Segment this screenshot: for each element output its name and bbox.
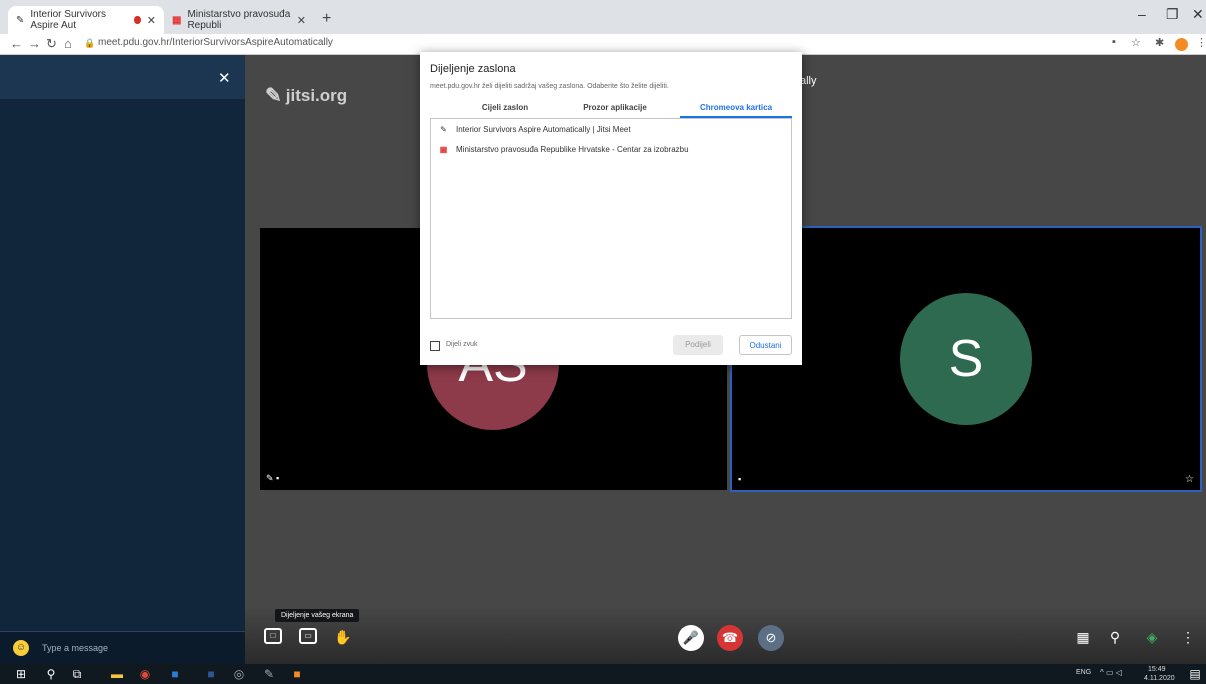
lock-icon[interactable]: 🔒 bbox=[84, 38, 95, 49]
new-tab-button[interactable]: + bbox=[322, 10, 331, 28]
windows-taskbar: ⊞ ⚲ ⧉ ▬ ◉ ■ ■ ◎ ✎ ■ ENG ^ ▭ ◁ 15:49 4.11… bbox=[0, 664, 1206, 684]
chat-input-area[interactable]: ☺ Type a message bbox=[0, 631, 245, 665]
microphone-icon[interactable]: 🎤 bbox=[678, 625, 704, 651]
share-source-tabs: Cijeli zaslon Prozor aplikacije Chromeov… bbox=[430, 100, 792, 118]
notifications-icon[interactable]: ▤ bbox=[1188, 667, 1202, 681]
tile-status-icons: ▪ bbox=[738, 474, 742, 484]
screen-share-dialog: Dijeljenje zaslona meet.pdu.gov.hr želi … bbox=[420, 52, 802, 365]
recording-indicator-icon bbox=[134, 16, 141, 24]
file-explorer-icon[interactable]: ▬ bbox=[110, 667, 124, 681]
home-icon[interactable]: ⌂ bbox=[64, 36, 72, 51]
app-orange-icon[interactable]: ■ bbox=[290, 667, 304, 681]
tab-chrome-tab[interactable]: Chromeova kartica bbox=[680, 103, 792, 112]
meeting-title-fragment: ally bbox=[800, 75, 817, 87]
invite-people-icon[interactable]: ⚲ bbox=[1105, 627, 1125, 647]
task-view-icon[interactable]: ⧉ bbox=[70, 667, 84, 681]
chat-message-input[interactable]: Type a message bbox=[42, 643, 108, 653]
more-actions-icon[interactable]: ⋮ bbox=[1178, 627, 1198, 647]
jitsi-logo-icon: ✎ bbox=[265, 85, 282, 107]
dialog-title: Dijeljenje zaslona bbox=[430, 63, 516, 75]
outlook-icon[interactable]: ■ bbox=[168, 667, 182, 681]
dominant-speaker-star-icon: ☆ bbox=[1185, 474, 1194, 485]
camera-indicator-icon[interactable]: ▪ bbox=[1112, 36, 1116, 48]
forward-arrow-icon[interactable]: → bbox=[28, 36, 41, 51]
screen-share-tooltip: Dijeljenje vašeg ekrana bbox=[275, 609, 360, 622]
minimize-button[interactable]: – bbox=[1138, 6, 1146, 22]
croatian-crest-favicon-icon: ▦ bbox=[172, 14, 182, 26]
tab-application-window[interactable]: Prozor aplikacije bbox=[565, 103, 665, 112]
camera-off-icon[interactable]: ⊘ bbox=[758, 625, 784, 651]
word-icon[interactable]: ■ bbox=[204, 667, 218, 681]
list-item[interactable]: ✎ Interior Survivors Aspire Automaticall… bbox=[439, 125, 631, 134]
profile-avatar[interactable] bbox=[1175, 38, 1188, 51]
share-button[interactable]: Podijeli bbox=[673, 335, 723, 355]
tray-lang[interactable]: ENG bbox=[1076, 669, 1091, 676]
cancel-button[interactable]: Odustani bbox=[739, 335, 792, 355]
tile-status-icons: ✎ ▪ bbox=[266, 473, 280, 483]
shareable-tabs-list: ✎ Interior Survivors Aspire Automaticall… bbox=[430, 118, 792, 319]
jitsi-favicon-icon: ✎ bbox=[440, 125, 447, 134]
extensions-puzzle-icon[interactable]: ✱ bbox=[1155, 36, 1164, 49]
list-item[interactable]: ▦ Ministarstvo pravosuđa Republike Hrvat… bbox=[439, 145, 689, 154]
browser-tab-strip: ✎ Interior Survivors Aspire Aut ✕ ▦ Mini… bbox=[0, 0, 1206, 34]
jitsi-app-icon[interactable]: ✎ bbox=[262, 667, 276, 681]
chat-toggle-icon[interactable]: □ bbox=[264, 628, 282, 644]
jitsi-favicon-icon: ✎ bbox=[16, 14, 25, 26]
browser-menu-icon[interactable]: ⋮ bbox=[1196, 36, 1206, 49]
search-icon[interactable]: ⚲ bbox=[44, 667, 58, 681]
screen-share-icon[interactable]: ▭ bbox=[299, 628, 317, 644]
chat-panel-header: ✕ bbox=[0, 55, 245, 99]
windows-start-icon[interactable]: ⊞ bbox=[14, 667, 28, 681]
raise-hand-icon[interactable]: ✋ bbox=[333, 627, 353, 647]
back-arrow-icon[interactable]: ← bbox=[10, 36, 23, 51]
tab-label: Ministarstvo pravosuđa Republi bbox=[187, 9, 291, 31]
tab-close-icon[interactable]: ✕ bbox=[297, 14, 306, 27]
close-window-button[interactable]: ✕ bbox=[1192, 6, 1204, 23]
chat-panel: ✕ ☺ Type a message bbox=[0, 55, 245, 665]
security-shield-icon[interactable]: ◈ bbox=[1142, 627, 1162, 647]
jitsi-watermark[interactable]: ✎ jitsi.org bbox=[265, 83, 347, 108]
watermark-text: jitsi.org bbox=[285, 85, 348, 105]
list-item-label: Ministarstvo pravosuđa Republike Hrvatsk… bbox=[456, 145, 689, 154]
list-item-label: Interior Survivors Aspire Automatically … bbox=[456, 125, 631, 134]
hangup-icon[interactable]: ☎ bbox=[717, 625, 743, 651]
croatian-crest-favicon-icon: ▦ bbox=[439, 145, 448, 154]
chat-close-icon[interactable]: ✕ bbox=[218, 69, 231, 87]
reload-icon[interactable]: ↻ bbox=[46, 36, 57, 52]
tray-arrows-icon[interactable]: ^ ▭ ◁ bbox=[1100, 669, 1122, 677]
maximize-button[interactable]: ❐ bbox=[1166, 6, 1179, 23]
participant-avatar-s: S bbox=[900, 293, 1032, 425]
url-field[interactable]: meet.pdu.gov.hr/InteriorSurvivorsAspireA… bbox=[98, 37, 333, 48]
tile-view-icon[interactable]: ▦ bbox=[1073, 627, 1093, 647]
tab-close-icon[interactable]: ✕ bbox=[147, 14, 156, 27]
chrome-icon[interactable]: ◉ bbox=[138, 667, 152, 681]
clock-time[interactable]: 15:49 bbox=[1148, 666, 1166, 673]
bookmark-star-icon[interactable]: ☆ bbox=[1131, 36, 1141, 49]
participant-tile-s[interactable]: S ▪ ☆ bbox=[730, 226, 1202, 492]
browser-tab-jitsi[interactable]: ✎ Interior Survivors Aspire Aut ✕ bbox=[8, 6, 164, 34]
dialog-subtitle: meet.pdu.gov.hr želi dijeliti sadržaj va… bbox=[430, 83, 669, 90]
clock-date[interactable]: 4.11.2020 bbox=[1144, 675, 1175, 682]
browser-tab-ministry[interactable]: ▦ Ministarstvo pravosuđa Republi ✕ bbox=[164, 6, 314, 34]
share-audio-label: Dijeli zvuk bbox=[446, 341, 478, 348]
meeting-toolbar: □ ▭ ✋ 🎤 ☎ ⊘ ▦ ⚲ ◈ ⋮ bbox=[245, 607, 1206, 664]
smiley-icon[interactable]: ☺ bbox=[13, 640, 29, 656]
tab-entire-screen[interactable]: Cijeli zaslon bbox=[460, 103, 550, 112]
media-player-icon[interactable]: ◎ bbox=[232, 667, 246, 681]
share-audio-checkbox[interactable] bbox=[430, 341, 440, 351]
tab-label: Interior Survivors Aspire Aut bbox=[30, 9, 106, 31]
